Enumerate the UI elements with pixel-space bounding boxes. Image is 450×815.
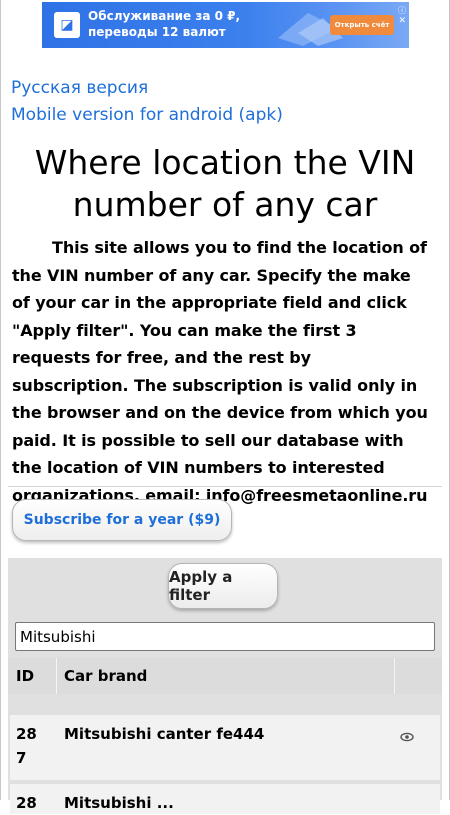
brand-search-input[interactable] — [15, 622, 435, 651]
open-account-button[interactable]: Открыть счёт — [330, 15, 394, 35]
row-id: 28 — [16, 794, 37, 812]
apply-filter-button[interactable]: Apply a filter — [168, 563, 278, 609]
android-apk-link[interactable]: Mobile version for android (apk) — [11, 105, 283, 125]
view-eye-icon[interactable] — [400, 725, 414, 749]
table-row[interactable]: 287 Mitsubishi canter fe444 — [10, 715, 440, 780]
column-header-id[interactable]: ID — [16, 658, 34, 694]
ad-line-1: Обслуживание за 0 ₽, — [88, 9, 241, 23]
ad-info-icon[interactable]: ⓘ — [398, 5, 406, 16]
bank-logo-icon: ◪ — [54, 12, 80, 38]
divider — [8, 486, 442, 487]
column-divider — [56, 658, 57, 694]
row-id: 287 — [16, 725, 37, 767]
ad-text: Обслуживание за 0 ₽, переводы 12 валют — [88, 8, 240, 40]
row-car-brand: Mitsubishi canter fe444 — [64, 725, 265, 743]
table-row[interactable]: 28 Mitsubishi ... — [10, 784, 440, 814]
site-description: This site allows you to find the locatio… — [12, 238, 428, 505]
filter-panel: Apply a filter ID Car brand 287 Mitsubis… — [8, 558, 442, 814]
table-header: ID Car brand — [8, 658, 442, 694]
row-car-brand: Mitsubishi ... — [64, 794, 174, 812]
column-header-car-brand[interactable]: Car brand — [64, 658, 147, 694]
ad-banner[interactable]: ◪ Обслуживание за 0 ₽, переводы 12 валют… — [42, 2, 409, 48]
russian-version-link[interactable]: Русская версия — [11, 78, 148, 98]
column-divider — [394, 658, 395, 694]
ad-line-2: переводы 12 валют — [88, 25, 226, 39]
close-icon[interactable]: ✕ — [398, 16, 406, 26]
page-title: Where location the VIN number of any car — [34, 143, 416, 224]
subscribe-button[interactable]: Subscribe for a year ($9) — [12, 499, 232, 541]
